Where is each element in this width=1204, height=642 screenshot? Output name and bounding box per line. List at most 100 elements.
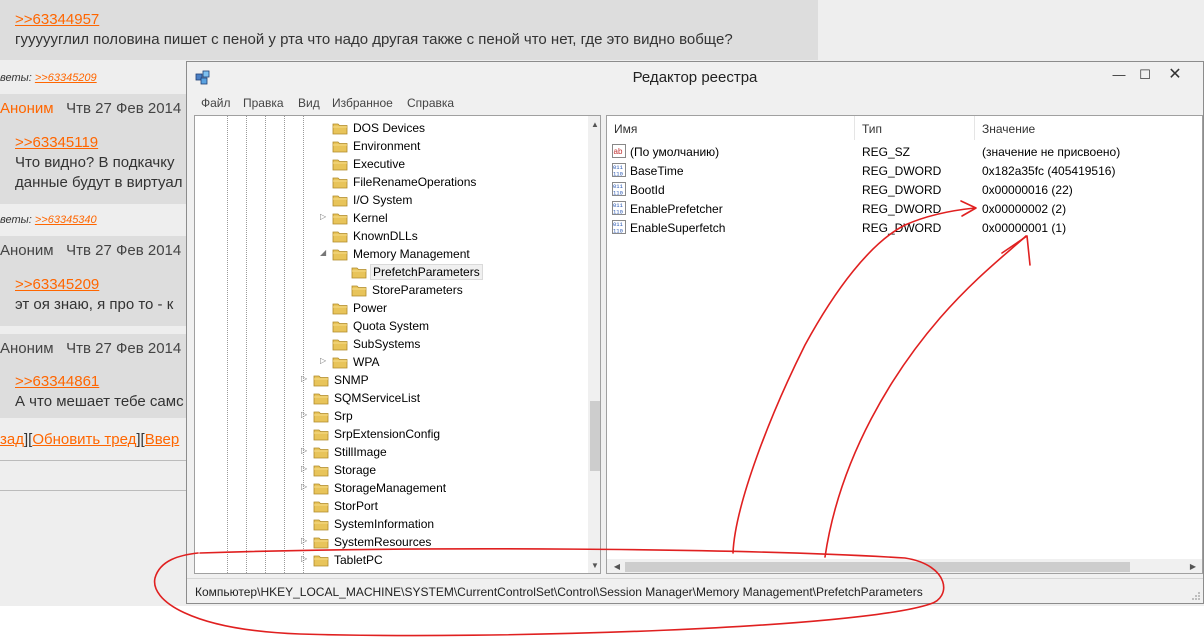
menu-favorites[interactable]: Избранное [332,96,393,110]
post-text-line: Что видно? В подкачку [15,154,175,171]
post-reflink[interactable]: >>63345119 [15,134,98,151]
post-reflink[interactable]: >>63345209 [15,276,99,293]
column-header-type[interactable]: Тип [855,116,975,140]
svg-text:110: 110 [613,228,623,235]
scroll-down-icon[interactable]: ▼ [588,559,600,573]
value-row[interactable]: 011 110 BootId REG_DWORD 0x00000016 (22) [607,180,1202,199]
folder-icon [332,211,348,225]
expand-arrow-icon[interactable]: ▷ [301,536,311,548]
forum-post: >>63344957 гуууууглил половина пишет с п… [0,0,818,60]
expand-arrow-icon[interactable]: ▷ [301,464,311,476]
value-name: BootId [630,183,665,197]
menu-help[interactable]: Справка [407,96,454,110]
tree-vertical-scrollbar[interactable]: ▲ ▼ [588,116,600,573]
folder-icon [313,409,329,423]
tree-node-label: Environment [353,139,421,153]
tree-node-label: Power [353,301,388,315]
post-date: Чтв 27 Фев 2014 [66,242,182,259]
expand-arrow-icon[interactable]: ▷ [301,572,311,573]
scroll-thumb[interactable] [590,401,600,471]
tree-node-label: KnownDLLs [353,229,418,243]
column-header-value[interactable]: Значение [975,116,1202,140]
tree-node-label: Memory Management [353,247,470,261]
no-expander [320,158,330,170]
folder-icon [313,481,329,495]
minimize-button[interactable]: — [1105,64,1133,86]
tree-node-label: StorageManagement [334,481,447,495]
expand-arrow-icon[interactable]: ▷ [301,410,311,422]
folder-icon [332,121,348,135]
values-list[interactable]: Имя Тип Значение ab (По умолчанию) REG_SZ (… [606,115,1203,574]
replies-line: веты: >>63345340 [0,214,97,226]
tree-node-label: PrefetchParameters [370,264,483,280]
folder-icon [313,463,329,477]
folder-icon [351,283,367,297]
folder-icon [332,337,348,351]
value-row[interactable]: 011 110 EnableSuperfetch REG_DWORD 0x0000000… [607,218,1202,237]
folder-icon [313,553,329,567]
expand-arrow-icon[interactable]: ▷ [301,446,311,458]
tree-node-label: WPA [353,355,380,369]
value-data: 0x00000001 (1) [982,221,1067,235]
reply-link[interactable]: >>63345340 [35,214,97,226]
tree-guide-line [284,116,285,573]
values-horizontal-scrollbar[interactable]: ◀ ▶ [607,559,1202,573]
tree-node-label: Quota System [353,319,430,333]
refresh-thread-link[interactable]: Обновить тред [32,431,136,448]
expand-arrow-icon[interactable]: ▷ [320,212,330,224]
tree-node-label: Executive [353,157,406,171]
value-row[interactable]: 011 110 EnablePrefetcher REG_DWORD 0x0000000… [607,199,1202,218]
no-expander [339,284,349,296]
scroll-thumb[interactable] [625,562,1130,572]
menu-view[interactable]: Вид [298,96,320,110]
value-name: EnableSuperfetch [630,221,726,235]
post-author[interactable]: Аноним [0,100,54,117]
no-expander [320,338,330,350]
folder-icon [332,247,348,261]
folder-icon [313,373,329,387]
scroll-right-icon[interactable]: ▶ [1186,560,1200,573]
back-link[interactable]: зад [0,431,24,448]
value-row[interactable]: 011 110 BaseTime REG_DWORD 0x182a35fc (40541… [607,161,1202,180]
value-data: 0x00000002 (2) [982,202,1067,216]
tree-node-label: Terminal Server [332,571,420,573]
menu-file[interactable]: Файл [201,96,231,110]
registry-tree[interactable]: DOS Devices Environment Executive FileRenam… [194,115,601,574]
column-header-name[interactable]: Имя [607,116,855,140]
scroll-left-icon[interactable]: ◀ [610,560,624,573]
folder-icon [332,301,348,315]
expand-arrow-icon[interactable]: ▷ [301,554,311,566]
binary-value-icon: 011 110 [612,201,626,216]
divider [0,490,186,491]
to-top-link[interactable]: Ввер [145,431,180,448]
title-bar[interactable]: Редактор реестра — ☐ ✕ [187,62,1203,92]
value-type: REG_DWORD [862,202,942,216]
reply-link[interactable]: >>63345209 [35,72,97,84]
post-header: Аноним Чтв 27 Фев 2014 [0,100,181,117]
tree-node-label: SubSystems [353,337,421,351]
menu-edit[interactable]: Правка [243,96,284,110]
no-expander [320,320,330,332]
resize-grip-icon[interactable] [1191,591,1201,601]
post-text-line: эт оя знаю, я про то - к [15,296,174,313]
expand-arrow-icon[interactable]: ▷ [320,356,330,368]
close-button[interactable]: ✕ [1161,64,1189,86]
post-reflink[interactable]: >>63344957 [15,11,99,28]
replies-line: веты: >>63345209 [0,72,97,84]
tree-node-label: SQMServiceList [334,391,421,405]
window-title: Редактор реестра [632,69,758,86]
post-reflink[interactable]: >>63344861 [15,373,99,390]
folder-icon [313,535,329,549]
value-row[interactable]: ab (По умолчанию) REG_SZ (значение не присв… [607,142,1202,161]
scroll-up-icon[interactable]: ▲ [588,118,600,132]
expand-arrow-icon[interactable]: ▷ [301,374,311,386]
tree-guide-line [265,116,266,573]
value-type: REG_DWORD [862,183,942,197]
folder-icon [332,157,348,171]
thread-nav-links: зад][Обновить тред][Ввер [0,431,180,448]
expand-arrow-icon[interactable]: ▷ [301,482,311,494]
tree-node-label: DOS Devices [353,121,426,135]
maximize-button[interactable]: ☐ [1131,64,1159,86]
collapse-arrow-icon[interactable]: ◢ [320,248,330,260]
value-data: 0x00000016 (22) [982,183,1073,197]
